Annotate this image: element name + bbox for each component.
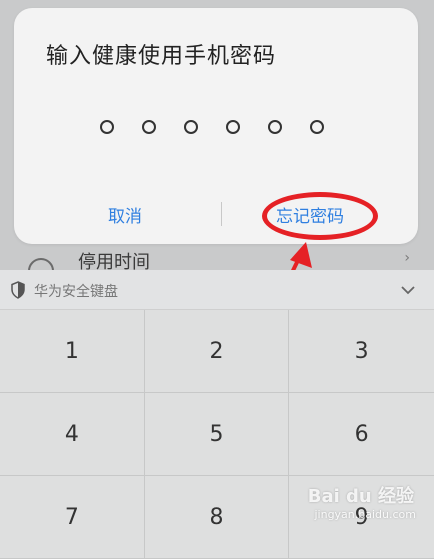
key-label: 6: [354, 421, 369, 447]
keyboard-header: 华为安全键盘: [0, 270, 434, 310]
numeric-keypad: 1 2 3 4 5 6 7 8 9: [0, 310, 434, 559]
shield-icon: [11, 281, 25, 299]
chevron-right-icon: ›: [404, 250, 410, 266]
key-9[interactable]: 9: [289, 476, 434, 559]
forgot-password-button[interactable]: 忘记密码: [276, 202, 344, 227]
dialog-actions: 取消 忘记密码: [14, 194, 418, 234]
key-label: 3: [354, 338, 369, 364]
key-label: 4: [64, 421, 79, 447]
key-label: 2: [209, 338, 224, 364]
key-label: 5: [209, 421, 224, 447]
pin-dot: [226, 120, 240, 134]
key-7[interactable]: 7: [0, 476, 145, 559]
key-label: 8: [209, 504, 224, 530]
key-1[interactable]: 1: [0, 310, 145, 393]
cancel-button[interactable]: 取消: [108, 202, 142, 227]
chevron-down-icon[interactable]: [400, 282, 416, 298]
key-5[interactable]: 5: [144, 393, 290, 476]
settings-row-downtime[interactable]: 停用时间 ›: [0, 246, 434, 284]
key-6[interactable]: 6: [289, 393, 434, 476]
action-divider: [221, 202, 222, 226]
keyboard-title: 华为安全键盘: [34, 284, 118, 300]
pin-dot: [100, 120, 114, 134]
key-3[interactable]: 3: [289, 310, 434, 393]
key-label: 7: [64, 504, 79, 530]
pin-dot: [310, 120, 324, 134]
password-dialog: 输入健康使用手机密码 取消 忘记密码: [14, 8, 418, 244]
pin-dot: [184, 120, 198, 134]
key-label: 1: [64, 338, 79, 364]
pin-dot: [142, 120, 156, 134]
key-label: 9: [354, 504, 369, 530]
dialog-title: 输入健康使用手机密码: [46, 44, 277, 69]
pin-dot: [268, 120, 282, 134]
pin-indicator: [100, 120, 324, 134]
key-2[interactable]: 2: [144, 310, 290, 393]
key-4[interactable]: 4: [0, 393, 145, 476]
key-8[interactable]: 8: [144, 476, 290, 559]
